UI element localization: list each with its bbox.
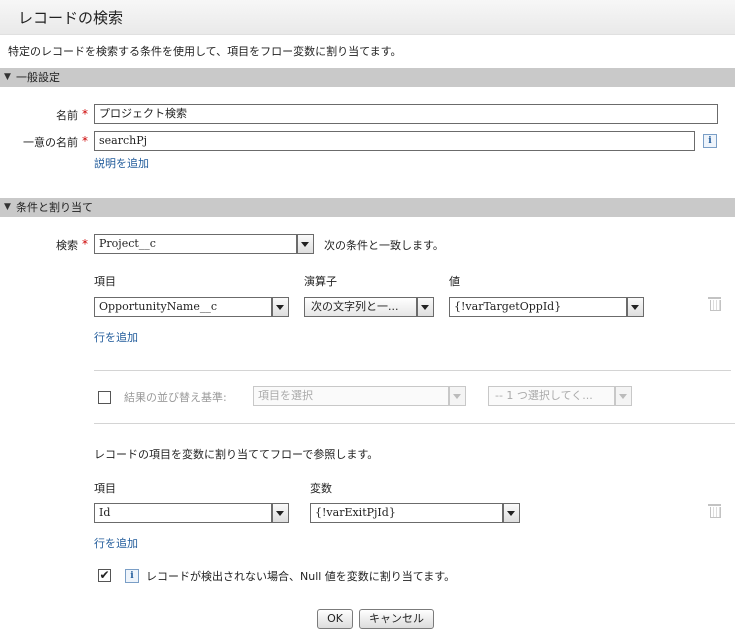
section-general-header[interactable]: ▼ 一般設定 — [0, 68, 735, 87]
dropdown-arrow-icon[interactable] — [627, 297, 644, 317]
sort-order-select[interactable]: -- 1 つ選択してく... — [488, 386, 615, 406]
trash-icon[interactable] — [708, 297, 721, 311]
collapse-triangle-icon[interactable]: ▼ — [4, 68, 11, 87]
assignment-intro: レコードの項目を変数に割り当ててフローで参照します。 — [94, 448, 379, 461]
required-asterisk-icon: * — [82, 107, 88, 121]
info-icon[interactable]: i — [703, 134, 717, 148]
filter-operator-header: 演算子 — [304, 275, 337, 288]
name-input[interactable]: プロジェクト検索 — [94, 104, 718, 124]
assign-variable-header: 変数 — [310, 482, 332, 495]
trash-icon[interactable] — [708, 504, 721, 518]
dropdown-arrow-icon[interactable] — [297, 234, 314, 254]
section-general-title: 一般設定 — [16, 71, 60, 84]
sort-checkbox[interactable] — [98, 391, 111, 404]
dropdown-arrow-icon[interactable] — [272, 297, 289, 317]
add-filter-row-link[interactable]: 行を追加 — [94, 329, 138, 345]
section-criteria-header[interactable]: ▼ 条件と割り当て — [0, 198, 735, 217]
divider — [94, 370, 731, 371]
assign-variable-input[interactable]: {!varExitPjId} — [310, 503, 503, 523]
dropdown-arrow-icon[interactable] — [615, 386, 632, 406]
ok-button[interactable]: OK — [317, 609, 353, 629]
divider — [94, 423, 735, 424]
cancel-button[interactable]: キャンセル — [359, 609, 434, 629]
unique-name-input[interactable]: searchPj — [94, 131, 695, 151]
required-asterisk-icon: * — [82, 237, 88, 251]
assign-field-header: 項目 — [94, 482, 116, 495]
null-assign-label: レコードが検出されない場合、Null 値を変数に割り当てます。 — [146, 570, 456, 583]
required-asterisk-icon: * — [82, 134, 88, 148]
search-label: 検索 — [56, 239, 78, 252]
sort-field-select[interactable]: 項目を選択 — [253, 386, 449, 406]
filter-operator-select[interactable]: 次の文字列と一... — [304, 297, 417, 317]
dialog-title: レコードの検索 — [18, 9, 124, 27]
filter-field-input[interactable]: OpportunityName__c — [94, 297, 272, 317]
filter-value-header: 値 — [449, 275, 460, 288]
dropdown-arrow-icon[interactable] — [503, 503, 520, 523]
collapse-triangle-icon[interactable]: ▼ — [4, 198, 11, 217]
match-text: 次の条件と一致します。 — [324, 239, 444, 252]
add-description-link[interactable]: 説明を追加 — [94, 155, 149, 171]
assign-field-input[interactable]: Id — [94, 503, 272, 523]
dropdown-arrow-icon[interactable] — [417, 297, 434, 317]
dropdown-arrow-icon[interactable] — [449, 386, 466, 406]
dialog-description: 特定のレコードを検索する条件を使用して、項目をフロー変数に割り当てます。 — [8, 45, 402, 58]
section-criteria-title: 条件と割り当て — [16, 201, 93, 214]
null-assign-checkbox[interactable]: ✔ — [98, 569, 111, 582]
add-assign-row-link[interactable]: 行を追加 — [94, 535, 138, 551]
sort-label: 結果の並び替え基準: — [124, 391, 227, 404]
filter-field-header: 項目 — [94, 275, 116, 288]
name-label: 名前 — [56, 109, 78, 122]
unique-name-label: 一意の名前 — [23, 136, 78, 149]
info-icon[interactable]: i — [125, 569, 139, 583]
filter-value-input[interactable]: {!varTargetOppId} — [449, 297, 627, 317]
search-object-input[interactable]: Project__c — [94, 234, 297, 254]
dropdown-arrow-icon[interactable] — [272, 503, 289, 523]
